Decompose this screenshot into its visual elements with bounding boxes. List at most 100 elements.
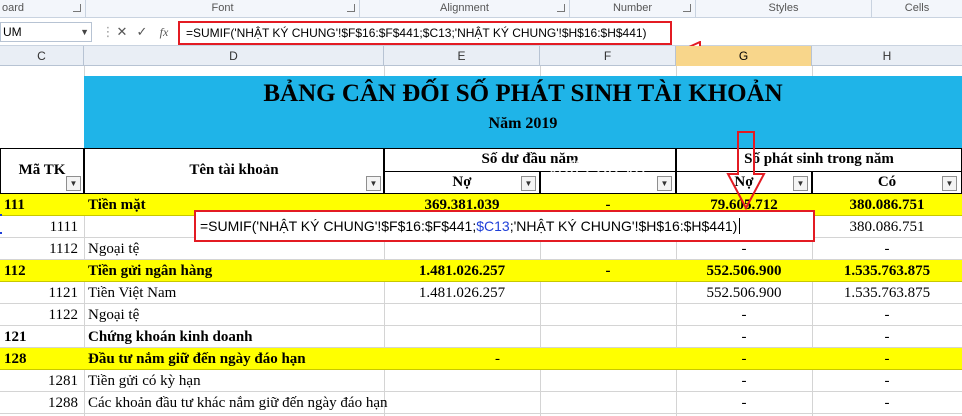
cell-opening-credit[interactable] [540,348,676,370]
cell-period-debit[interactable]: - [676,348,812,370]
filter-dropdown-icon[interactable]: ▼ [366,176,381,191]
ribbon-group-bar: oard Font Alignment Number Styles Cells [0,0,962,18]
cell-code[interactable]: 121 [0,326,84,348]
formula-part: =SUMIF('NHẬT KÝ CHUNG'!$F$16:$F$441; [200,218,477,234]
name-box-value: UM [3,25,22,39]
cell-period-credit[interactable]: - [812,238,962,260]
cell-period-credit[interactable]: - [812,392,962,414]
ribbon-group-styles: Styles [696,0,872,18]
cell-code[interactable]: 1111 [0,216,84,238]
formula-cell-reference: $C13 [476,218,510,234]
dialog-launcher-icon[interactable] [683,4,691,12]
column-header-bar: C D E F G H [0,46,962,66]
cell-period-credit[interactable]: 1.535.763.875 [812,260,962,282]
table-row[interactable]: 1121 Tiền Việt Nam 1.481.026.257 552.506… [0,282,962,304]
cell-code[interactable]: 112 [0,260,84,282]
cell-opening-debit[interactable] [384,370,540,392]
ribbon-group-label: Styles [768,2,799,14]
ribbon-group-cells: Cells [872,0,962,18]
cell-period-credit[interactable]: 1.535.763.875 [812,282,962,304]
filter-dropdown-icon[interactable]: ▼ [657,176,672,191]
ribbon-group-font: Font [86,0,360,18]
cell-code[interactable]: 1112 [0,238,84,260]
cell-name[interactable]: Ngoại tệ [84,304,384,326]
column-header-e[interactable]: E [384,46,540,66]
column-header-c[interactable]: C [0,46,84,66]
filter-dropdown-icon[interactable]: ▼ [793,176,808,191]
ribbon-group-label: oard [2,2,25,14]
filter-dropdown-icon[interactable]: ▼ [521,176,536,191]
cell-opening-credit[interactable] [540,304,676,326]
dialog-launcher-icon[interactable] [557,4,565,12]
cell-period-debit[interactable]: 552.506.900 [676,260,812,282]
cell-code[interactable]: 128 [0,348,84,370]
column-header-g[interactable]: G [676,46,812,66]
selection-handle[interactable] [0,232,2,234]
table-row[interactable]: 112 Tiền gửi ngân hàng 1.481.026.257 - 5… [0,260,962,282]
cell-code[interactable]: 1122 [0,304,84,326]
cell-name[interactable]: Các khoản đầu tư khác nắm giữ đến ngày đ… [84,392,504,414]
cell-period-debit[interactable]: - [676,392,812,414]
cell-opening-credit[interactable]: - [540,260,676,282]
worksheet-grid[interactable]: BẢNG CÂN ĐỐI SỐ PHÁT SINH TÀI KHOẢN Năm … [0,66,962,416]
column-header-d[interactable]: D [84,46,384,66]
cell-period-credit[interactable]: - [812,304,962,326]
ribbon-group-label: Number [612,2,653,14]
selection-handle[interactable] [0,214,2,216]
chevron-down-icon[interactable]: ▼ [80,23,89,41]
table-row[interactable]: 1281 Tiền gửi có kỳ hạn - - [0,370,962,392]
annotation-arrow-down-icon [726,131,766,210]
cell-period-debit[interactable]: 552.506.900 [676,282,812,304]
formula-text: =SUMIF('NHẬT KÝ CHUNG'!$F$16:$F$441;$C13… [186,26,647,40]
cell-period-credit[interactable]: - [812,348,962,370]
header-debit-label: Nợ [452,174,472,190]
cell-code[interactable]: 111 [0,194,84,216]
cell-period-credit[interactable]: - [812,326,962,348]
in-cell-formula-editor[interactable]: =SUMIF('NHẬT KÝ CHUNG'!$F$16:$F$441;$C13… [194,210,815,242]
cell-period-credit[interactable]: - [812,370,962,392]
ribbon-group-number: Number [570,0,696,18]
ribbon-group-label: Font [211,2,234,14]
cancel-icon[interactable]: ✕ [114,23,130,41]
cell-opening-credit[interactable] [540,282,676,304]
cell-period-debit[interactable]: - [676,370,812,392]
cell-code[interactable]: 1288 [0,392,84,414]
cell-opening-debit[interactable] [384,304,540,326]
cell-code[interactable]: 1121 [0,282,84,304]
cell-opening-debit[interactable] [384,326,540,348]
cell-opening-debit[interactable]: 1.481.026.257 [384,260,540,282]
ribbon-group-label: Cells [904,2,930,14]
formula-input[interactable]: =SUMIF('NHẬT KÝ CHUNG'!$F$16:$F$441;$C13… [178,21,672,45]
cell-opening-debit[interactable]: - [384,348,540,370]
cell-name[interactable]: Đầu tư nắm giữ đến ngày đáo hạn [84,348,384,370]
cell-opening-credit[interactable] [540,326,676,348]
cell-period-credit[interactable]: 380.086.751 [812,216,962,238]
cell-name[interactable]: Chứng khoán kinh doanh [84,326,384,348]
watermark: vaff.edu.vn [548,158,646,180]
insert-function-icon[interactable]: fx [154,23,174,41]
column-header-f[interactable]: F [540,46,676,66]
dialog-launcher-icon[interactable] [73,4,81,12]
filter-dropdown-icon[interactable]: ▼ [942,176,957,191]
cell-period-debit[interactable]: - [676,304,812,326]
header-period-label: Số phát sinh trong năm [744,151,894,167]
dialog-launcher-icon[interactable] [347,4,355,12]
cell-name[interactable]: Tiền Việt Nam [84,282,384,304]
table-row[interactable]: 1288 Các khoản đầu tư khác nắm giữ đến n… [0,392,962,414]
formula-bar: UM ▼ ⋮ ✕ ✓ fx =SUMIF('NHẬT KÝ CHUNG'!$F$… [0,18,962,63]
column-header-h[interactable]: H [812,46,962,66]
ribbon-group-label: Alignment [440,2,489,14]
cell-period-debit[interactable]: - [676,326,812,348]
cell-code[interactable]: 1281 [0,370,84,392]
enter-icon[interactable]: ✓ [134,23,150,41]
filter-dropdown-icon[interactable]: ▼ [66,176,81,191]
cell-opening-credit[interactable] [540,370,676,392]
cell-name[interactable]: Tiền gửi có kỳ hạn [84,370,384,392]
table-row[interactable]: 1122 Ngoại tệ - - [0,304,962,326]
cell-period-credit[interactable]: 380.086.751 [812,194,962,216]
table-row[interactable]: 128 Đầu tư nắm giữ đến ngày đáo hạn - - … [0,348,962,370]
cell-name[interactable]: Tiền gửi ngân hàng [84,260,384,282]
name-box[interactable]: UM ▼ [0,22,92,42]
cell-opening-debit[interactable]: 1.481.026.257 [384,282,540,304]
table-row[interactable]: 121 Chứng khoán kinh doanh - - [0,326,962,348]
